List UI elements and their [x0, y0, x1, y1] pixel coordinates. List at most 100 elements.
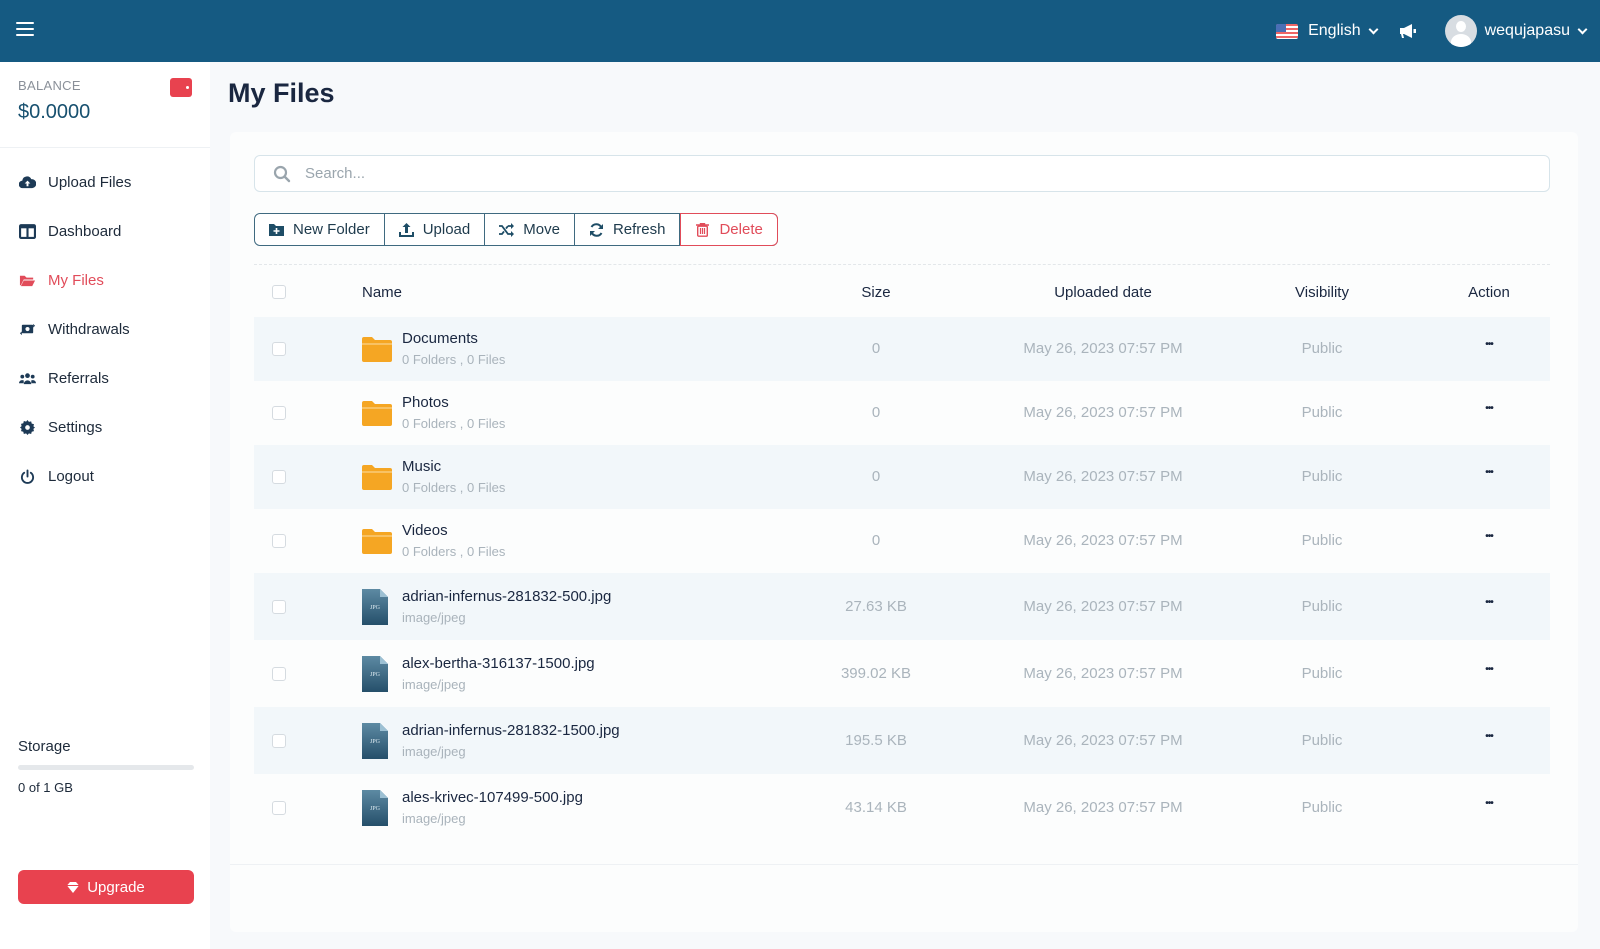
jpg-file-icon: JPG	[362, 789, 388, 831]
item-visibility: Public	[1301, 731, 1343, 749]
row-checkbox[interactable]	[272, 800, 286, 815]
sidebar-item-logout[interactable]: Logout	[0, 452, 210, 501]
item-subtitle: 0 Folders , 0 Files	[402, 544, 506, 559]
select-all-checkbox[interactable]	[272, 285, 286, 299]
item-size: 0	[871, 468, 881, 485]
svg-text:JPG: JPG	[370, 806, 381, 812]
folder-row[interactable]: Music 0 Folders , 0 Files 0 May 26, 2023 07…	[254, 445, 1550, 509]
top-bar: English wequjapasu	[0, 0, 1600, 62]
item-visibility: Public	[1301, 532, 1343, 549]
item-name[interactable]: Documents	[402, 330, 478, 347]
file-row[interactable]: JPG alex-bertha-316137-1500.jpg image/jpeg…	[254, 640, 1550, 707]
more-actions-icon[interactable]: •••	[1469, 403, 1509, 414]
row-checkbox[interactable]	[272, 599, 286, 614]
row-checkbox[interactable]	[272, 406, 286, 420]
file-row[interactable]: JPG adrian-infernus-281832-1500.jpg image/…	[254, 707, 1550, 774]
item-name[interactable]: Videos	[402, 522, 448, 539]
sidebar-item-upload-files[interactable]: Upload Files	[0, 158, 210, 207]
column-header-name[interactable]: Name	[362, 284, 402, 301]
move-button[interactable]: Move	[485, 214, 575, 245]
more-actions-icon[interactable]: •••	[1469, 731, 1509, 742]
folder-row[interactable]: Videos 0 Folders , 0 Files 0 May 26, 2023 0…	[254, 509, 1550, 573]
item-uploaded-date: May 26, 2023 07:57 PM	[1023, 468, 1183, 485]
item-name[interactable]: Photos	[402, 394, 449, 411]
dashboard-icon	[18, 224, 36, 240]
item-visibility: Public	[1301, 664, 1343, 682]
column-header-uploaded-date[interactable]: Uploaded date	[994, 284, 1212, 301]
jpg-file-icon: JPG	[362, 588, 388, 630]
sidebar-item-settings[interactable]: Settings	[0, 403, 210, 452]
balance-label: BALANCE	[18, 78, 81, 93]
item-size: 399.02 KB	[840, 664, 912, 682]
item-subtitle: image/jpeg	[402, 810, 466, 826]
item-subtitle: 0 Folders , 0 Files	[402, 480, 506, 495]
upload-label: Upload	[422, 221, 471, 238]
sidebar-item-withdrawals[interactable]: Withdrawals	[0, 305, 210, 354]
search-icon	[273, 165, 291, 182]
search-box[interactable]	[254, 155, 1550, 192]
item-uploaded-date: May 26, 2023 07:57 PM	[1023, 731, 1183, 749]
toolbar-divider	[254, 264, 1550, 265]
delete-button[interactable]: Delete	[680, 213, 778, 246]
row-checkbox[interactable]	[272, 470, 286, 484]
users-icon	[18, 371, 36, 387]
new-folder-button[interactable]: New Folder	[255, 214, 385, 245]
shuffle-icon	[499, 222, 515, 237]
more-actions-icon[interactable]: •••	[1469, 531, 1509, 542]
wallet-icon[interactable]	[170, 78, 192, 97]
row-checkbox[interactable]	[272, 733, 286, 748]
item-name[interactable]: Music	[402, 458, 441, 475]
refresh-button[interactable]: Refresh	[574, 214, 681, 245]
row-checkbox[interactable]	[272, 534, 286, 548]
item-name[interactable]: adrian-infernus-281832-500.jpg	[402, 588, 611, 605]
file-table-body: Documents 0 Folders , 0 Files 0 May 26, 202…	[254, 317, 1550, 841]
sidebar-item-dashboard[interactable]: Dashboard	[0, 207, 210, 256]
sidebar-nav: Upload Files Dashboard My Files Withdraw…	[0, 148, 210, 501]
sidebar-item-label: Dashboard	[48, 223, 122, 240]
sidebar-item-label: Withdrawals	[48, 321, 130, 338]
column-header-size[interactable]: Size	[814, 284, 938, 301]
item-uploaded-date: May 26, 2023 07:57 PM	[1023, 798, 1183, 816]
sidebar-item-referrals[interactable]: Referrals	[0, 354, 210, 403]
folder-icon	[362, 528, 392, 559]
upload-button[interactable]: Upload	[384, 214, 486, 245]
column-header-visibility: Visibility	[1295, 284, 1349, 301]
item-name[interactable]: alex-bertha-316137-1500.jpg	[402, 655, 595, 672]
folder-icon	[362, 336, 392, 367]
item-visibility: Public	[1301, 340, 1343, 357]
item-uploaded-date: May 26, 2023 07:57 PM	[1023, 532, 1183, 549]
item-subtitle: 0 Folders , 0 Files	[402, 416, 506, 431]
item-name[interactable]: ales-krivec-107499-500.jpg	[402, 789, 583, 806]
sidebar-item-label: Settings	[48, 419, 103, 436]
item-uploaded-date: May 26, 2023 07:57 PM	[1023, 597, 1183, 615]
more-actions-icon[interactable]: •••	[1469, 798, 1509, 809]
more-actions-icon[interactable]: •••	[1469, 467, 1509, 478]
svg-text:JPG: JPG	[370, 739, 381, 745]
hamburger-icon[interactable]	[16, 22, 34, 38]
item-uploaded-date: May 26, 2023 07:57 PM	[1023, 664, 1183, 682]
upgrade-button[interactable]: Upgrade	[18, 870, 194, 904]
search-input[interactable]	[305, 165, 1549, 182]
sidebar-item-my-files[interactable]: My Files	[0, 256, 210, 305]
folder-row[interactable]: Documents 0 Folders , 0 Files 0 May 26, 202…	[254, 317, 1550, 381]
row-checkbox[interactable]	[272, 666, 286, 681]
language-selector[interactable]: English	[1276, 22, 1379, 40]
item-visibility: Public	[1301, 597, 1343, 615]
row-checkbox[interactable]	[272, 342, 286, 356]
sidebar: BALANCE $0.0000 Upload Files Dashboard M…	[0, 62, 210, 949]
storage-text: 0 of 1 GB	[18, 780, 73, 795]
more-actions-icon[interactable]: •••	[1469, 664, 1509, 675]
more-actions-icon[interactable]: •••	[1469, 339, 1509, 350]
item-visibility: Public	[1301, 798, 1343, 816]
folder-row[interactable]: Photos 0 Folders , 0 Files 0 May 26, 2023 0…	[254, 381, 1550, 445]
user-menu[interactable]: wequjapasu	[1444, 15, 1588, 47]
item-uploaded-date: May 26, 2023 07:57 PM	[1023, 340, 1183, 357]
file-row[interactable]: JPG adrian-infernus-281832-500.jpg image/j…	[254, 573, 1550, 640]
item-name[interactable]: adrian-infernus-281832-1500.jpg	[402, 722, 620, 739]
file-row[interactable]: JPG ales-krivec-107499-500.jpg image/jpeg 4…	[254, 774, 1550, 841]
megaphone-icon[interactable]	[1399, 23, 1417, 39]
file-toolbar: New Folder Upload Move Refresh Delete	[254, 213, 778, 246]
item-size: 43.14 KB	[845, 798, 907, 816]
more-actions-icon[interactable]: •••	[1469, 597, 1509, 608]
item-subtitle: 0 Folders , 0 Files	[402, 352, 506, 367]
